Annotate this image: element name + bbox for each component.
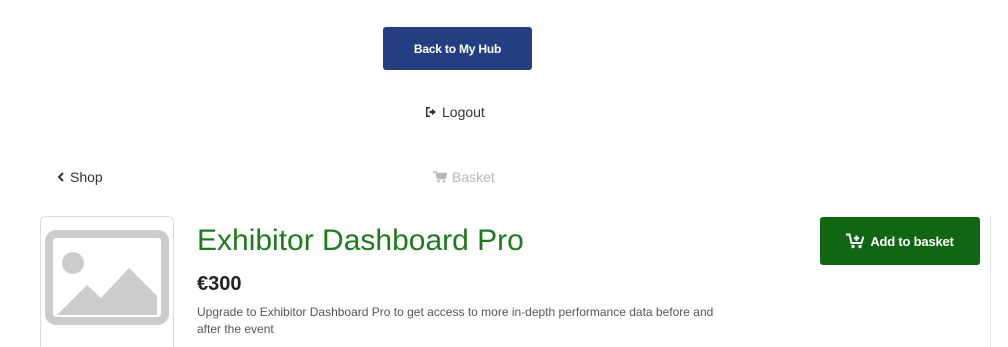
product-title: Exhibitor Dashboard Pro [197, 224, 524, 257]
image-placeholder-icon [45, 230, 169, 325]
back-to-my-hub-label: Back to My Hub [413, 41, 502, 56]
basket-link[interactable]: Basket [433, 167, 495, 187]
basket-label: Basket [452, 169, 495, 185]
shop-label: Shop [70, 169, 103, 185]
shop-product-page: Back to My Hub Logout Shop Basket Exhibi… [0, 0, 1008, 347]
chevron-left-icon [57, 172, 65, 182]
add-to-basket-label: Add to basket [870, 233, 954, 249]
back-to-shop-link[interactable]: Shop [57, 167, 103, 187]
add-to-basket-button[interactable]: Add to basket [820, 217, 980, 265]
product-description: Upgrade to Exhibitor Dashboard Pro to ge… [197, 305, 714, 336]
divider [990, 215, 991, 347]
back-to-my-hub-button[interactable]: Back to My Hub [383, 27, 532, 70]
product-image [40, 216, 174, 347]
cart-icon [433, 171, 447, 183]
logout-label: Logout [442, 104, 485, 120]
logout-icon [425, 106, 437, 118]
cart-plus-icon [846, 233, 865, 249]
logout-link[interactable]: Logout [425, 102, 485, 122]
product-price: €300 [197, 273, 242, 295]
